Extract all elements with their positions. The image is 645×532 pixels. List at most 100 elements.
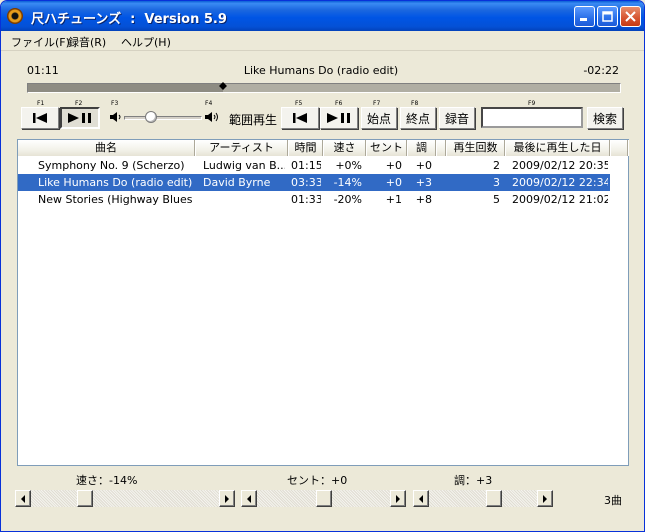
fkey-label-f5: F5 xyxy=(295,100,303,107)
cell-title: New Stories (Highway Blues)... xyxy=(38,193,193,206)
end-point-button[interactable]: 終点 xyxy=(400,107,436,129)
previous-button[interactable] xyxy=(21,107,59,129)
fkey-label-f4: F4 xyxy=(205,100,213,107)
elapsed-time: 01:11 xyxy=(27,64,59,77)
speed-slider[interactable] xyxy=(15,490,235,507)
arrow-left-icon xyxy=(21,494,25,503)
main-window: 尺ハチューンズ : Version 5.9 ファイル(F) 録音(R) ヘルプ(… xyxy=(0,0,645,532)
cell-title: Symphony No. 9 (Scherzo) xyxy=(38,159,185,172)
fkey-label-f6: F6 xyxy=(335,100,343,107)
close-icon xyxy=(625,11,636,22)
key-slider-thumb[interactable] xyxy=(486,490,503,507)
minimize-button[interactable] xyxy=(574,6,595,27)
table-row[interactable]: Symphony No. 9 (Scherzo) Ludwig van B... 0… xyxy=(18,157,610,174)
fkey-label-f3: F3 xyxy=(111,100,119,107)
cell-speed: -20% xyxy=(333,193,362,206)
cell-title: Like Humans Do (radio edit) xyxy=(38,176,193,189)
table-row[interactable]: New Stories (Highway Blues)... 01:33 -20% +… xyxy=(18,191,610,208)
column-header-filler xyxy=(611,140,628,156)
cell-key: +8 xyxy=(415,193,432,206)
record-button[interactable]: 録音 xyxy=(439,107,475,129)
search-button[interactable]: 検索 xyxy=(587,107,623,129)
now-playing-speaker-icon xyxy=(23,181,34,191)
cell-time: 01:33 xyxy=(291,193,321,206)
column-header-time[interactable]: 時間 xyxy=(289,140,323,156)
arrow-right-icon xyxy=(543,494,547,503)
fkey-label-f1: F1 xyxy=(37,100,45,107)
title-bar[interactable]: 尺ハチューンズ : Version 5.9 xyxy=(1,1,644,31)
range-previous-button[interactable] xyxy=(281,107,319,129)
cell-plays: 5 xyxy=(493,193,500,206)
range-play-label: 範囲再生 xyxy=(229,113,278,127)
column-header-key[interactable]: 調 xyxy=(408,140,436,156)
column-header-plays[interactable]: 再生回数 xyxy=(447,140,505,156)
column-header-title[interactable]: 曲名 xyxy=(18,140,195,156)
key-slider[interactable] xyxy=(413,490,553,507)
track-list-header: 曲名 アーティスト 時間 速さ セント 調 再生回数 最後に再生した日 xyxy=(18,140,628,156)
cell-time: 01:15 xyxy=(291,159,321,172)
cell-cent: +1 xyxy=(385,193,402,206)
cell-key: +0 xyxy=(415,159,432,172)
volume-low-icon xyxy=(110,112,121,122)
column-header-artist[interactable]: アーティスト xyxy=(196,140,288,156)
cent-slider[interactable] xyxy=(241,490,406,507)
speed-slider-right-button[interactable] xyxy=(219,490,235,507)
start-point-button[interactable]: 始点 xyxy=(361,107,397,129)
arrow-right-icon xyxy=(225,494,229,503)
fkey-label-f9: F9 xyxy=(528,100,536,107)
window-title: 尺ハチューンズ : Version 5.9 xyxy=(31,12,227,27)
play-pause-button[interactable] xyxy=(60,107,100,129)
volume-high-icon xyxy=(205,112,218,122)
play-pause-icon xyxy=(327,113,350,123)
menu-help[interactable]: ヘルプ(H) xyxy=(121,34,171,50)
fkey-label-f2: F2 xyxy=(75,100,83,107)
menu-file[interactable]: ファイル(F) xyxy=(11,34,70,50)
close-button[interactable] xyxy=(620,6,641,27)
range-play-pause-button[interactable] xyxy=(320,107,358,129)
app-icon[interactable] xyxy=(7,8,23,24)
cell-plays: 2 xyxy=(493,159,500,172)
remaining-time: -02:22 xyxy=(583,64,619,77)
cell-last: 2009/02/12 21:02 xyxy=(512,193,608,206)
table-row[interactable]: Like Humans Do (radio edit) David Byrne 03… xyxy=(18,174,610,191)
column-header-cent[interactable]: セント xyxy=(367,140,407,156)
key-label: 調：+3 xyxy=(454,474,493,487)
cell-time: 03:33 xyxy=(291,176,321,189)
column-header-speed[interactable]: 速さ xyxy=(324,140,366,156)
maximize-icon xyxy=(602,11,613,22)
cent-label: セント：+0 xyxy=(287,474,348,487)
cell-artist: David Byrne xyxy=(203,176,271,189)
search-input[interactable] xyxy=(481,107,583,128)
skip-back-icon xyxy=(293,113,307,123)
seek-bar[interactable] xyxy=(27,83,621,93)
cell-speed: +0% xyxy=(335,159,362,172)
minimize-icon xyxy=(580,18,587,21)
cell-cent: +0 xyxy=(385,159,402,172)
speed-slider-thumb[interactable] xyxy=(77,490,94,507)
menu-record[interactable]: 録音(R) xyxy=(68,34,106,50)
volume-slider-thumb[interactable] xyxy=(145,111,158,123)
cell-last: 2009/02/12 20:35 xyxy=(512,159,608,172)
menu-bar: ファイル(F) 録音(R) ヘルプ(H) xyxy=(1,31,644,51)
cell-plays: 3 xyxy=(493,176,500,189)
fkey-label-f8: F8 xyxy=(411,100,419,107)
column-header-last-played[interactable]: 最後に再生した日 xyxy=(506,140,610,156)
maximize-button[interactable] xyxy=(597,6,618,27)
arrow-left-icon xyxy=(419,494,423,503)
speed-slider-left-button[interactable] xyxy=(15,490,31,507)
key-slider-left-button[interactable] xyxy=(413,490,429,507)
arrow-right-icon xyxy=(396,494,400,503)
volume-slider[interactable] xyxy=(124,116,202,120)
track-list[interactable]: 曲名 アーティスト 時間 速さ セント 調 再生回数 最後に再生した日 Symp… xyxy=(17,139,629,466)
track-count: 3曲 xyxy=(604,494,622,507)
play-pause-icon xyxy=(68,113,91,123)
speed-label: 速さ：-14% xyxy=(76,474,138,487)
key-slider-right-button[interactable] xyxy=(537,490,553,507)
cent-slider-thumb[interactable] xyxy=(315,490,332,507)
arrow-left-icon xyxy=(247,494,251,503)
now-playing-title: Like Humans Do (radio edit) xyxy=(243,64,399,77)
cell-speed: -14% xyxy=(333,176,362,189)
cent-slider-right-button[interactable] xyxy=(390,490,406,507)
seek-bar-thumb[interactable] xyxy=(219,82,227,92)
cent-slider-left-button[interactable] xyxy=(241,490,257,507)
